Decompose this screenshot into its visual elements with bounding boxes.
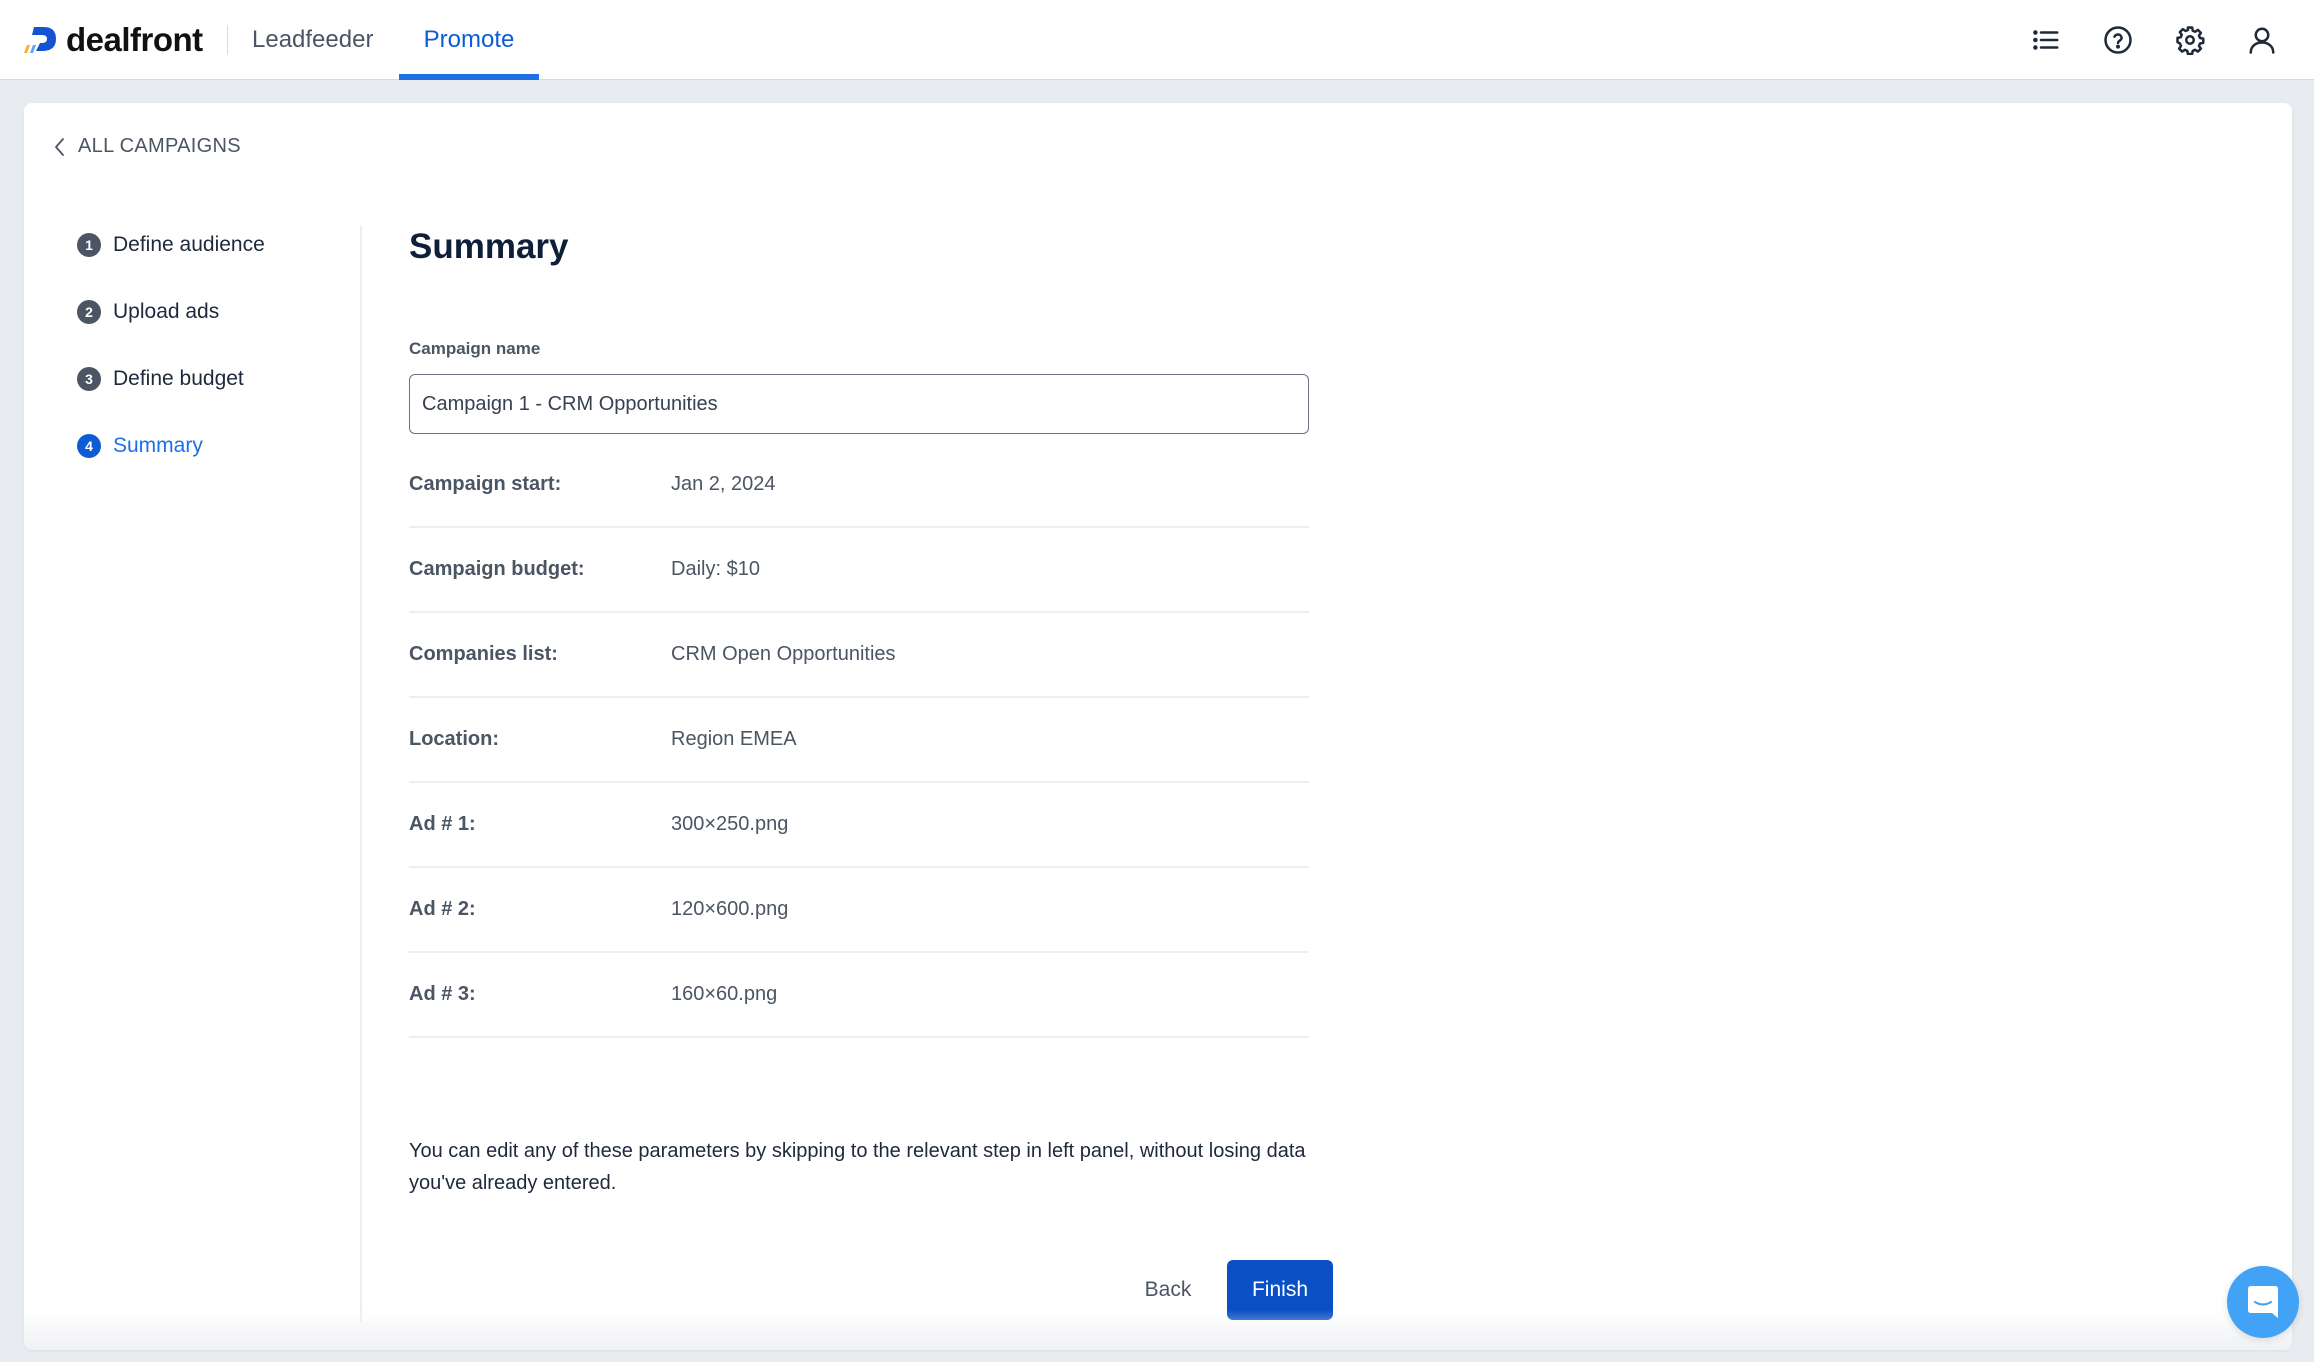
row-label: Companies list: [409,643,558,665]
step-number-badge: 3 [77,367,101,391]
step-label: Summary [113,434,203,457]
row-label: Campaign budget: [409,558,585,580]
step-label: Upload ads [113,300,220,323]
top-navigation-bar: dealfront Leadfeeder Promote [0,0,2314,80]
step-number-badge: 2 [77,300,101,324]
row-value: 120×600.png [671,898,789,920]
summary-row-ad-3: Ad # 3: 160×60.png [409,953,1309,1038]
edit-hint-text: You can edit any of these parameters by … [409,1140,1306,1194]
row-value: Jan 2, 2024 [671,473,776,495]
sidebar-divider [360,225,362,1323]
nav-tab-promote[interactable]: Promote [399,0,539,80]
row-value: Daily: $10 [671,558,760,580]
nav-tab-leadfeeder[interactable]: Leadfeeder [252,0,373,80]
summary-row-campaign-budget: Campaign budget: Daily: $10 [409,528,1309,613]
summary-row-companies-list: Companies list: CRM Open Opportunities [409,613,1309,698]
dealfront-logo[interactable]: dealfront [22,21,203,58]
finish-button[interactable]: Finish [1227,1260,1333,1320]
header-separator [227,25,228,55]
brand-name: dealfront [66,21,203,58]
row-value: 300×250.png [671,813,789,835]
row-value: Region EMEA [671,728,797,750]
all-campaigns-label: ALL CAMPAIGNS [78,135,241,157]
help-icon[interactable] [2100,22,2136,58]
row-value: 160×60.png [671,983,778,1005]
step-number-badge: 1 [77,233,101,257]
step-summary[interactable]: 4 Summary [77,426,265,466]
step-define-audience[interactable]: 1 Define audience [77,225,265,265]
chat-icon [2248,1286,2278,1318]
campaign-name-input[interactable] [409,374,1309,434]
page-title: Summary [409,227,569,266]
summary-row-location: Location: Region EMEA [409,698,1309,783]
step-define-budget[interactable]: 3 Define budget [77,359,265,399]
summary-row-ad-2: Ad # 2: 120×600.png [409,868,1309,953]
chat-launcher-button[interactable] [2227,1266,2299,1338]
campaign-card: ALL CAMPAIGNS 1 Define audience 2 Upload… [24,103,2292,1350]
gear-icon[interactable] [2172,22,2208,58]
row-value: CRM Open Opportunities [671,643,896,665]
row-label: Location: [409,728,499,750]
step-number-badge: 4 [77,434,101,458]
row-label: Ad # 2: [409,898,476,920]
row-label: Ad # 3: [409,983,476,1005]
step-navigation: 1 Define audience 2 Upload ads 3 Define … [77,225,265,493]
step-label: Define audience [113,233,265,256]
step-label: Define budget [113,367,244,390]
dealfront-logo-icon [24,27,56,53]
back-button[interactable]: Back [1123,1260,1213,1320]
campaign-name-label: Campaign name [409,339,541,358]
row-label: Ad # 1: [409,813,476,835]
summary-row-campaign-start: Campaign start: Jan 2, 2024 [409,443,1309,528]
list-icon[interactable] [2028,22,2064,58]
summary-details: Campaign start: Jan 2, 2024 Campaign bud… [409,443,1309,1038]
row-label: Campaign start: [409,473,562,495]
user-icon[interactable] [2244,22,2280,58]
summary-row-ad-1: Ad # 1: 300×250.png [409,783,1309,868]
step-upload-ads[interactable]: 2 Upload ads [77,292,265,332]
all-campaigns-link[interactable]: ALL CAMPAIGNS [52,135,241,158]
chevron-left-icon [55,137,64,156]
